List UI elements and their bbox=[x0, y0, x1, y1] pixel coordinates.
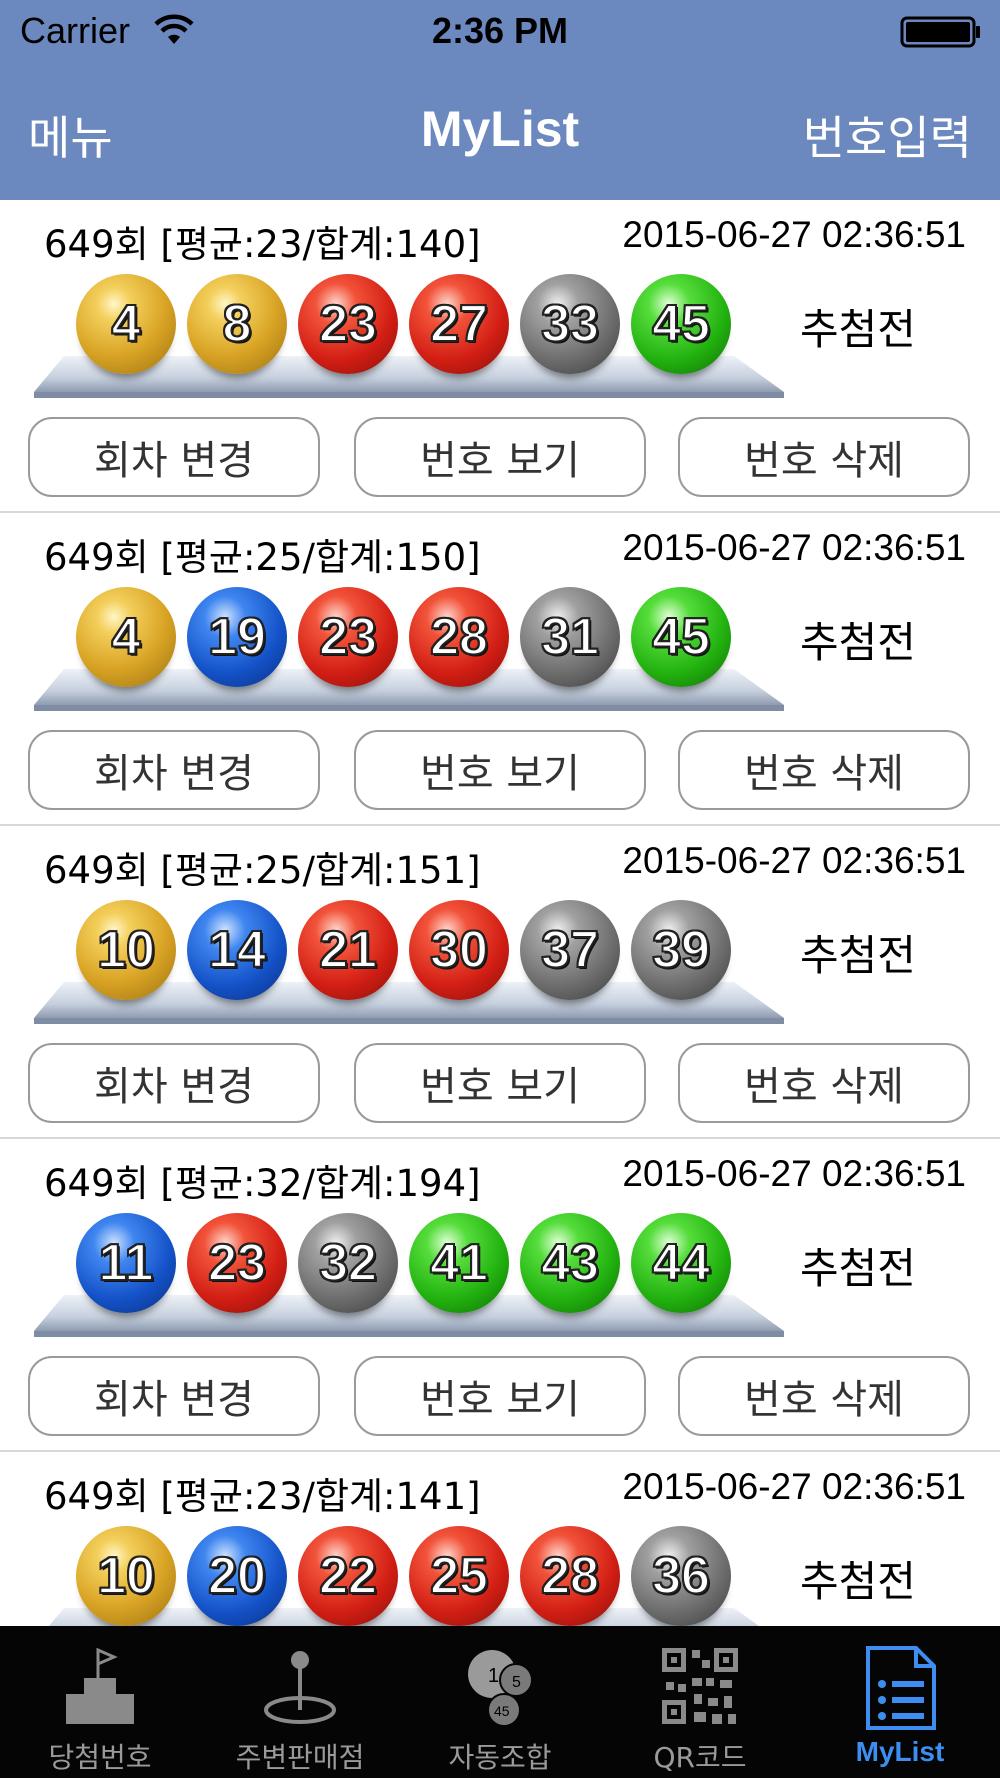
ticket-entry: 649회 [평균:23/합계:141] 2015-06-27 02:36:51 1… bbox=[0, 1452, 1000, 1626]
tab-qr-code[interactable]: QR코드 bbox=[600, 1626, 800, 1778]
lotto-number-set: 10 20 22 25 28 36 bbox=[76, 1526, 756, 1626]
lotto-ball: 30 bbox=[409, 900, 509, 1000]
lotto-ball: 33 bbox=[520, 274, 620, 374]
tab-label: QR코드 bbox=[653, 1741, 747, 1774]
lotto-ball: 10 bbox=[76, 900, 176, 1000]
delete-numbers-button[interactable]: 번호 삭제 bbox=[678, 730, 970, 810]
draw-status: 추첨전 bbox=[800, 1557, 916, 1606]
entry-timestamp: 2015-06-27 02:36:51 bbox=[622, 1153, 966, 1194]
lotto-ball: 4 bbox=[76, 587, 176, 687]
lotto-ball: 32 bbox=[298, 1213, 398, 1313]
draw-status: 추첨전 bbox=[800, 305, 916, 354]
lotto-ball: 41 bbox=[409, 1213, 509, 1313]
icon-number: 45 bbox=[494, 1703, 510, 1719]
view-numbers-button[interactable]: 번호 보기 bbox=[354, 1356, 646, 1436]
tab-label: 당첨번호 bbox=[48, 1741, 152, 1774]
lotto-ball: 10 bbox=[76, 1526, 176, 1626]
lotto-ball: 28 bbox=[520, 1526, 620, 1626]
round-summary: 649회 [평균:25/합계:150] bbox=[44, 536, 481, 579]
lotto-ball: 45 bbox=[631, 274, 731, 374]
lotto-ball: 20 bbox=[187, 1526, 287, 1626]
lotto-ball: 23 bbox=[298, 274, 398, 374]
tab-label: MyList bbox=[855, 1736, 945, 1767]
round-summary: 649회 [평균:23/합계:140] bbox=[44, 223, 481, 266]
qr-code-icon bbox=[662, 1648, 738, 1724]
icon-number: 1 bbox=[488, 1665, 499, 1687]
lotto-ball: 31 bbox=[520, 587, 620, 687]
lotto-ball: 23 bbox=[298, 587, 398, 687]
lotto-ball: 23 bbox=[187, 1213, 287, 1313]
change-round-button[interactable]: 회차 변경 bbox=[28, 1356, 320, 1436]
lotto-ball: 11 bbox=[76, 1213, 176, 1313]
lotto-ball: 14 bbox=[187, 900, 287, 1000]
status-bar: Carrier 2:36 PM bbox=[0, 0, 1000, 64]
lotto-ball: 45 bbox=[631, 587, 731, 687]
ticket-list[interactable]: 649회 [평균:23/합계:140] 2015-06-27 02:36:51 4… bbox=[0, 200, 1000, 1626]
lotto-number-set: 4 19 23 28 31 45 bbox=[76, 587, 756, 687]
tab-auto-combination[interactable]: 1 5 45 자동조합 bbox=[400, 1626, 600, 1778]
tab-winning-numbers[interactable]: 당첨번호 bbox=[0, 1626, 200, 1778]
round-summary: 649회 [평균:23/합계:141] bbox=[44, 1475, 481, 1518]
lotto-number-set: 10 14 21 30 37 39 bbox=[76, 900, 756, 1000]
map-pin-icon bbox=[264, 1651, 336, 1724]
tab-label: 주변판매점 bbox=[235, 1741, 365, 1774]
lotto-ball: 21 bbox=[298, 900, 398, 1000]
tab-nearby-stores[interactable]: 주변판매점 bbox=[200, 1626, 400, 1778]
podium-flag-icon bbox=[66, 1647, 134, 1724]
lotto-ball: 4 bbox=[76, 274, 176, 374]
enter-numbers-button[interactable]: 번호입력 bbox=[803, 102, 972, 168]
draw-status: 추첨전 bbox=[800, 1244, 916, 1293]
lotto-ball: 25 bbox=[409, 1526, 509, 1626]
lotto-ball: 22 bbox=[298, 1526, 398, 1626]
change-round-button[interactable]: 회차 변경 bbox=[28, 1043, 320, 1123]
delete-numbers-button[interactable]: 번호 삭제 bbox=[678, 1356, 970, 1436]
navigation-bar: 메뉴 MyList 번호입력 bbox=[0, 64, 1000, 200]
entry-timestamp: 2015-06-27 02:36:51 bbox=[622, 527, 966, 568]
lotto-ball: 44 bbox=[631, 1213, 731, 1313]
lotto-ball: 27 bbox=[409, 274, 509, 374]
round-summary: 649회 [평균:32/합계:194] bbox=[44, 1162, 481, 1205]
view-numbers-button[interactable]: 번호 보기 bbox=[354, 730, 646, 810]
tab-bar: 당첨번호 주변판매점 1 5 45 자동조합 QR코드 MyList bbox=[0, 1626, 1000, 1778]
change-round-button[interactable]: 회차 변경 bbox=[28, 730, 320, 810]
entry-timestamp: 2015-06-27 02:36:51 bbox=[622, 214, 966, 255]
delete-numbers-button[interactable]: 번호 삭제 bbox=[678, 417, 970, 497]
view-numbers-button[interactable]: 번호 보기 bbox=[354, 417, 646, 497]
lotto-ball: 19 bbox=[187, 587, 287, 687]
icon-number: 5 bbox=[512, 1674, 521, 1691]
status-time: 2:36 PM bbox=[431, 10, 569, 51]
view-numbers-button[interactable]: 번호 보기 bbox=[354, 1043, 646, 1123]
list-document-icon bbox=[866, 1646, 936, 1730]
battery-icon bbox=[900, 16, 980, 48]
draw-status: 추첨전 bbox=[800, 931, 916, 980]
lotto-ball: 37 bbox=[520, 900, 620, 1000]
lotto-ball: 43 bbox=[520, 1213, 620, 1313]
lotto-balls-icon: 1 5 45 bbox=[468, 1650, 533, 1727]
entry-timestamp: 2015-06-27 02:36:51 bbox=[622, 840, 966, 881]
lotto-number-set: 4 8 23 27 33 45 bbox=[76, 274, 756, 374]
ticket-entry: 649회 [평균:23/합계:140] 2015-06-27 02:36:51 4… bbox=[0, 200, 1000, 513]
delete-numbers-button[interactable]: 번호 삭제 bbox=[678, 1043, 970, 1123]
round-summary: 649회 [평균:25/합계:151] bbox=[44, 849, 481, 892]
lotto-ball: 28 bbox=[409, 587, 509, 687]
lotto-ball: 36 bbox=[631, 1526, 731, 1626]
entry-timestamp: 2015-06-27 02:36:51 bbox=[622, 1466, 966, 1507]
ticket-entry: 649회 [평균:25/합계:150] 2015-06-27 02:36:51 4… bbox=[0, 513, 1000, 826]
change-round-button[interactable]: 회차 변경 bbox=[28, 417, 320, 497]
ticket-entry: 649회 [평균:25/합계:151] 2015-06-27 02:36:51 1… bbox=[0, 826, 1000, 1139]
lotto-number-set: 11 23 32 41 43 44 bbox=[76, 1213, 756, 1313]
ticket-entry: 649회 [평균:32/합계:194] 2015-06-27 02:36:51 1… bbox=[0, 1139, 1000, 1452]
draw-status: 추첨전 bbox=[800, 618, 916, 667]
tab-label: 자동조합 bbox=[448, 1741, 552, 1774]
lotto-ball: 8 bbox=[187, 274, 287, 374]
lotto-ball: 39 bbox=[631, 900, 731, 1000]
tab-mylist[interactable]: MyList bbox=[800, 1626, 1000, 1778]
